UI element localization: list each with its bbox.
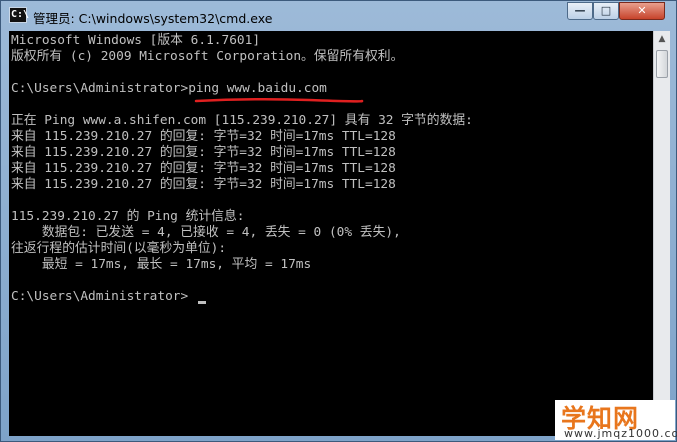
- minimize-button[interactable]: —: [567, 2, 593, 20]
- console-line: 数据包: 已发送 = 4, 已接收 = 4, 丢失 = 0 (0% 丢失),: [11, 225, 401, 240]
- title-bar[interactable]: C:\ 管理员: C:\windows\system32\cmd.exe — □…: [1, 1, 676, 31]
- red-underline-annotation: [194, 97, 364, 103]
- maximize-button[interactable]: □: [593, 2, 619, 20]
- console-line: 来自 115.239.210.27 的回复: 字节=32 时间=17ms TTL…: [11, 161, 396, 176]
- console-line: 115.239.210.27 的 Ping 统计信息:: [11, 209, 245, 224]
- text-cursor: [198, 301, 206, 304]
- window-title: 管理员: C:\windows\system32\cmd.exe: [33, 11, 273, 26]
- scrollbar-thumb[interactable]: [656, 50, 668, 78]
- watermark-url: www.jmqz1000.com: [564, 427, 677, 440]
- close-button[interactable]: ✕: [619, 2, 665, 20]
- console-line: C:\Users\Administrator>ping www.baidu.co…: [11, 81, 327, 96]
- console-output[interactable]: Microsoft Windows [版本 6.1.7601] 版权所有 (c)…: [9, 31, 653, 436]
- console-line: Microsoft Windows [版本 6.1.7601]: [11, 33, 261, 48]
- cmd-window: C:\ 管理员: C:\windows\system32\cmd.exe — □…: [0, 0, 677, 442]
- vertical-scrollbar[interactable]: ▲ ▼: [653, 31, 670, 436]
- cmd-icon[interactable]: C:\: [9, 7, 29, 23]
- console-line: 最短 = 17ms, 最长 = 17ms, 平均 = 17ms: [11, 257, 312, 272]
- console-line: C:\Users\Administrator>: [11, 289, 189, 304]
- console-line: 版权所有 (c) 2009 Microsoft Corporation。保留所有…: [11, 49, 404, 64]
- console-line: 来自 115.239.210.27 的回复: 字节=32 时间=17ms TTL…: [11, 177, 396, 192]
- watermark-logo: 学知网 www.jmqz1000.com: [555, 400, 677, 440]
- scroll-up-arrow-icon[interactable]: ▲: [654, 31, 670, 48]
- console-line: 正在 Ping www.a.shifen.com [115.239.210.27…: [11, 113, 473, 128]
- console-line: 来自 115.239.210.27 的回复: 字节=32 时间=17ms TTL…: [11, 129, 396, 144]
- console-line: 往返行程的估计时间(以毫秒为单位):: [11, 241, 227, 256]
- console-line: 来自 115.239.210.27 的回复: 字节=32 时间=17ms TTL…: [11, 145, 396, 160]
